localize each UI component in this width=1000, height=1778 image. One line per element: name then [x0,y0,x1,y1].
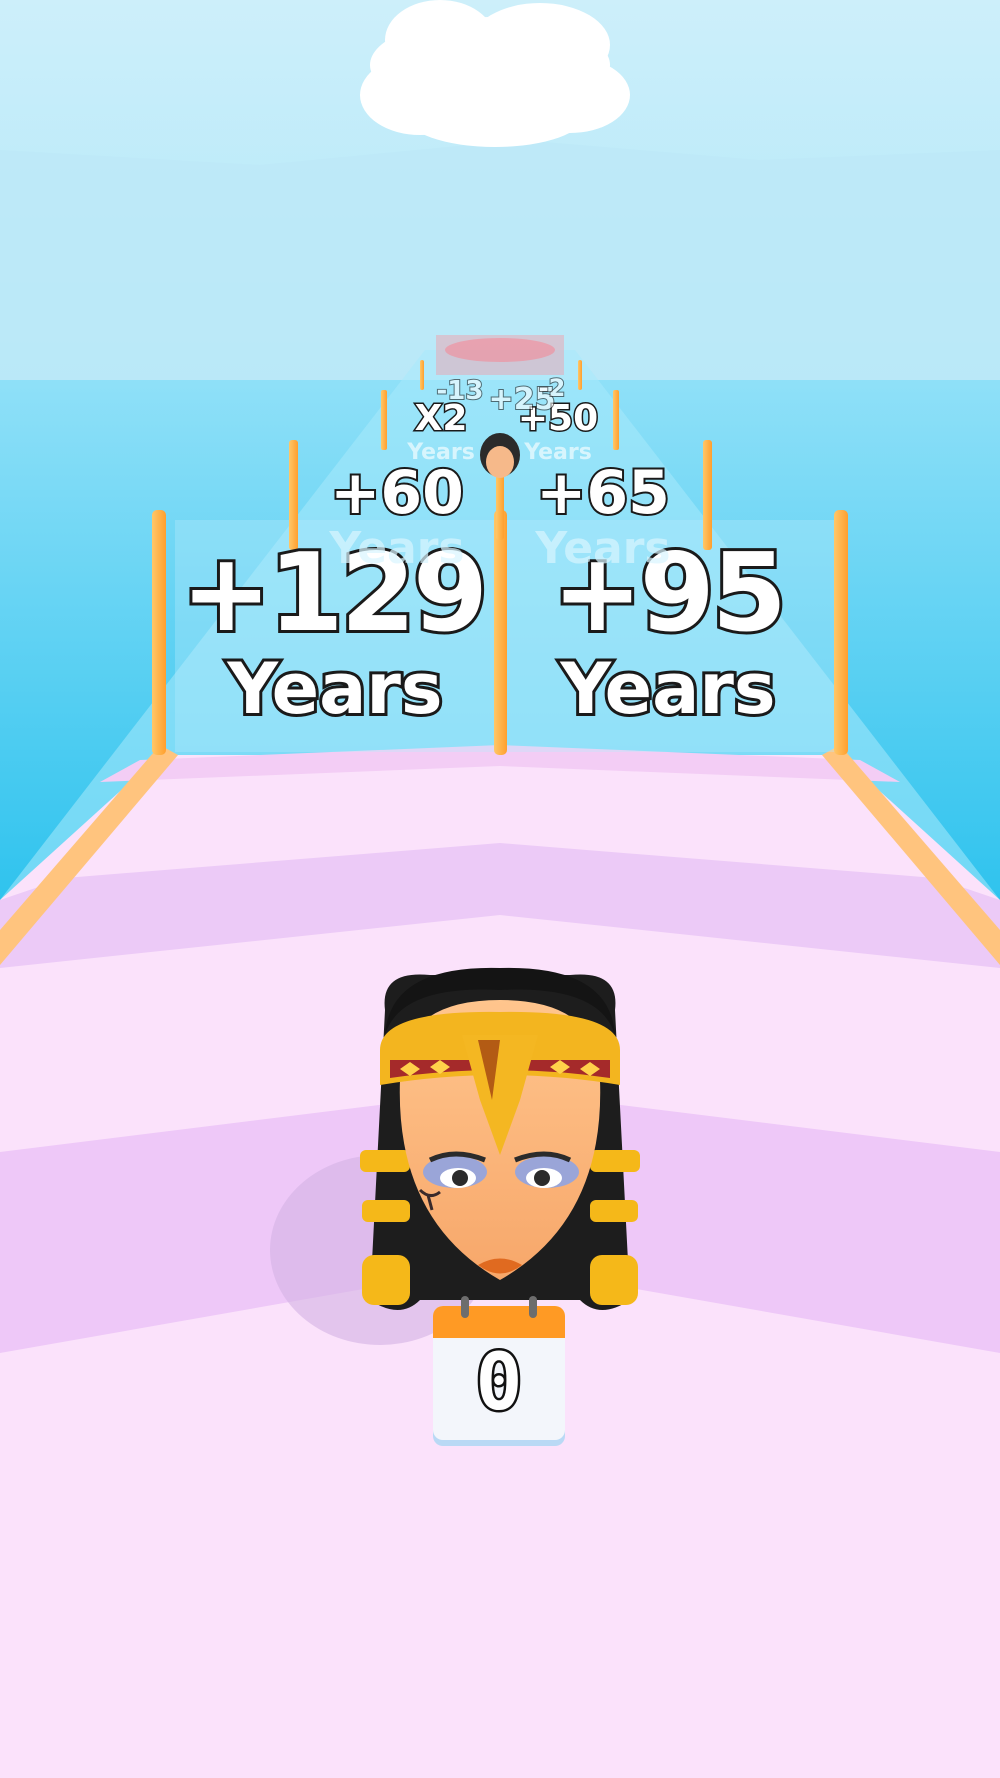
gate4-value-3: -2 [538,374,567,402]
gate2-right-unit: Years [535,523,671,574]
gate2-left-value: +60 [328,458,466,528]
calendar-top [433,1306,565,1338]
age-counter-value: 0 [473,1338,525,1428]
calendar-ring-left [461,1296,469,1318]
gate3-left-unit: Years [407,440,475,465]
cloud [360,0,630,147]
calendar-ring-right [529,1296,537,1318]
gate2-left-unit: Years [329,523,465,574]
gate4-value-1: -13 [436,376,485,406]
player-character [360,967,640,1310]
gate3-left-value: X2 [413,398,469,439]
game-scene [0,0,1000,1778]
gate2-right-value: +65 [534,458,672,528]
age-counter: 0 [433,1296,565,1440]
gate-right-unit: Years [557,648,778,730]
gate-left-unit: Years [224,648,445,730]
gate3-right-unit: Years [524,440,592,465]
